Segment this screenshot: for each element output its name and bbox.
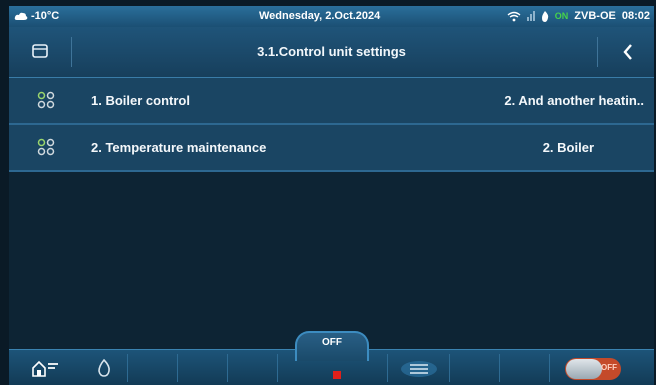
back-button[interactable]	[614, 38, 642, 66]
bottom-divider	[227, 354, 228, 382]
list-item-label: 1. Boiler control	[91, 93, 190, 108]
flame-icon	[98, 358, 110, 377]
home-mode-button[interactable]	[31, 358, 61, 378]
menu-icon	[401, 361, 437, 377]
heating-button[interactable]	[97, 358, 111, 378]
status-right: ON ZVB-OE 08:02	[507, 10, 650, 22]
device-name: ZVB-OE	[574, 10, 616, 22]
flame-icon	[541, 10, 548, 22]
bottom-divider	[549, 354, 550, 382]
on-tag: ON	[554, 11, 569, 21]
list-item-temperature-maintenance[interactable]: 2. Temperature maintenance 2. Boiler	[9, 125, 654, 172]
settings-grid-icon	[37, 138, 55, 156]
toggle-label: OFF	[601, 363, 617, 372]
outdoor-temperature: -10°C	[31, 10, 60, 22]
cloud-icon	[14, 12, 28, 20]
stop-indicator	[333, 371, 341, 379]
status-bar: -10°C Wednesday, 2.Oct.2024 ON ZVB-OE 08…	[9, 6, 654, 27]
chevron-left-icon	[623, 44, 632, 60]
settings-list: 1. Boiler control 2. And another heatin.…	[9, 78, 654, 172]
signal-icon	[526, 11, 535, 21]
list-item-value: 2. Boiler	[542, 140, 594, 155]
weather: -10°C	[14, 10, 59, 22]
toggle-knob	[566, 359, 602, 379]
home-icon	[32, 360, 58, 377]
bottom-divider	[387, 354, 388, 382]
wifi-icon	[507, 11, 521, 21]
screen: -10°C Wednesday, 2.Oct.2024 ON ZVB-OE 08…	[9, 6, 654, 385]
bottom-divider	[277, 354, 278, 382]
list-item-value: 2. And another heatin..	[504, 93, 644, 108]
bottom-divider	[177, 354, 178, 382]
menu-button[interactable]	[399, 360, 439, 378]
settings-grid-icon	[37, 91, 55, 109]
header-divider-right	[597, 37, 598, 67]
header: 3.1.Control unit settings	[9, 27, 654, 78]
bottom-divider	[449, 354, 450, 382]
list-item-boiler-control[interactable]: 1. Boiler control 2. And another heatin.…	[9, 78, 654, 125]
off-status-tab[interactable]: OFF	[295, 331, 369, 361]
page-title: 3.1.Control unit settings	[257, 44, 406, 59]
bottom-divider	[127, 354, 128, 382]
off-label: OFF	[322, 337, 342, 348]
date-text: Wednesday, 2.Oct.2024	[259, 10, 381, 22]
list-item-label: 2. Temperature maintenance	[91, 140, 267, 155]
bottom-divider	[499, 354, 500, 382]
power-toggle[interactable]: OFF	[565, 358, 621, 380]
clock: 08:02	[621, 10, 650, 22]
